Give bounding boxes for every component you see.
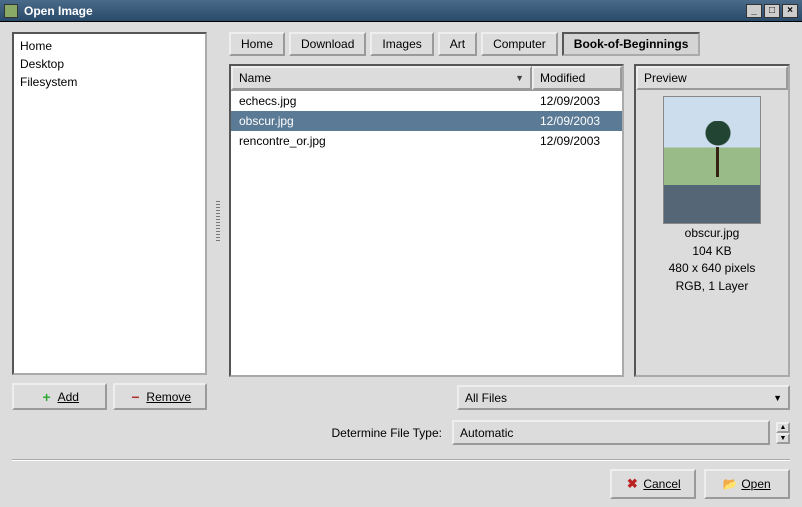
cancel-button[interactable]: ✖ Cancel xyxy=(610,469,696,499)
preview-thumbnail xyxy=(663,96,761,224)
places-item[interactable]: Filesystem xyxy=(14,73,205,91)
cancel-label: Cancel xyxy=(643,477,680,491)
file-modified: 12/09/2003 xyxy=(532,133,622,149)
preview-dimensions: 480 x 640 pixels xyxy=(669,261,756,277)
breadcrumb-item[interactable]: Book-of-Beginnings xyxy=(562,32,701,56)
file-modified: 12/09/2003 xyxy=(532,93,622,109)
chevron-down-icon[interactable]: ▼ xyxy=(776,433,790,444)
maximize-button[interactable]: □ xyxy=(764,4,780,18)
breadcrumb-item[interactable]: Home xyxy=(229,32,285,56)
column-name[interactable]: Name ▼ xyxy=(231,66,532,90)
breadcrumb-item[interactable]: Computer xyxy=(481,32,558,56)
open-button[interactable]: 📂 Open xyxy=(704,469,790,499)
minus-icon: − xyxy=(128,390,142,404)
places-panel: Home Desktop Filesystem + Add − Remove xyxy=(12,32,207,410)
add-button[interactable]: + Add xyxy=(12,383,107,410)
chevron-down-icon: ▼ xyxy=(773,393,782,403)
chevron-up-icon[interactable]: ▲ xyxy=(776,422,790,433)
file-filter-value: All Files xyxy=(465,391,507,405)
file-row[interactable]: rencontre_or.jpg12/09/2003 xyxy=(231,131,622,151)
separator xyxy=(12,459,790,461)
minimize-button[interactable]: _ xyxy=(746,4,762,18)
file-modified: 12/09/2003 xyxy=(532,113,622,129)
cancel-icon: ✖ xyxy=(625,477,639,491)
file-list[interactable]: Name ▼ Modified echecs.jpg12/09/2003obsc… xyxy=(229,64,624,377)
breadcrumb-item[interactable]: Images xyxy=(370,32,433,56)
places-item[interactable]: Home xyxy=(14,37,205,55)
file-row[interactable]: echecs.jpg12/09/2003 xyxy=(231,91,622,111)
add-label: Add xyxy=(58,390,79,404)
filetype-label: Determine File Type: xyxy=(12,426,446,440)
pane-grip[interactable] xyxy=(215,32,221,410)
preview-filename: obscur.jpg xyxy=(685,226,740,242)
breadcrumb-item[interactable]: Download xyxy=(289,32,366,56)
breadcrumb-item[interactable]: Art xyxy=(438,32,477,56)
places-list[interactable]: Home Desktop Filesystem xyxy=(12,32,207,375)
close-button[interactable]: × xyxy=(782,4,798,18)
file-name: obscur.jpg xyxy=(231,113,532,129)
plus-icon: + xyxy=(40,390,54,404)
file-filter-combo[interactable]: All Files ▼ xyxy=(457,385,790,410)
remove-label: Remove xyxy=(146,390,191,404)
open-label: Open xyxy=(741,477,770,491)
app-icon xyxy=(4,4,18,18)
filetype-spin[interactable]: ▲ ▼ xyxy=(776,422,790,444)
file-row[interactable]: obscur.jpg12/09/2003 xyxy=(231,111,622,131)
list-header: Name ▼ Modified xyxy=(231,66,622,91)
filetype-value: Automatic xyxy=(460,426,513,440)
preview-panel: Preview obscur.jpg 104 KB 480 x 640 pixe… xyxy=(634,64,790,377)
window-title: Open Image xyxy=(24,4,746,18)
preview-header: Preview xyxy=(636,66,788,90)
titlebar: Open Image _ □ × xyxy=(0,0,802,22)
places-item[interactable]: Desktop xyxy=(14,55,205,73)
folder-open-icon: 📂 xyxy=(723,477,737,491)
file-name: echecs.jpg xyxy=(231,93,532,109)
preview-filesize: 104 KB xyxy=(692,244,731,260)
sort-indicator-icon: ▼ xyxy=(515,73,524,83)
preview-mode: RGB, 1 Layer xyxy=(676,279,749,295)
column-modified[interactable]: Modified xyxy=(532,66,622,90)
breadcrumb-bar: HomeDownloadImagesArtComputerBook-of-Beg… xyxy=(229,32,790,56)
file-name: rencontre_or.jpg xyxy=(231,133,532,149)
filetype-combo[interactable]: Automatic xyxy=(452,420,770,445)
remove-button[interactable]: − Remove xyxy=(113,383,208,410)
